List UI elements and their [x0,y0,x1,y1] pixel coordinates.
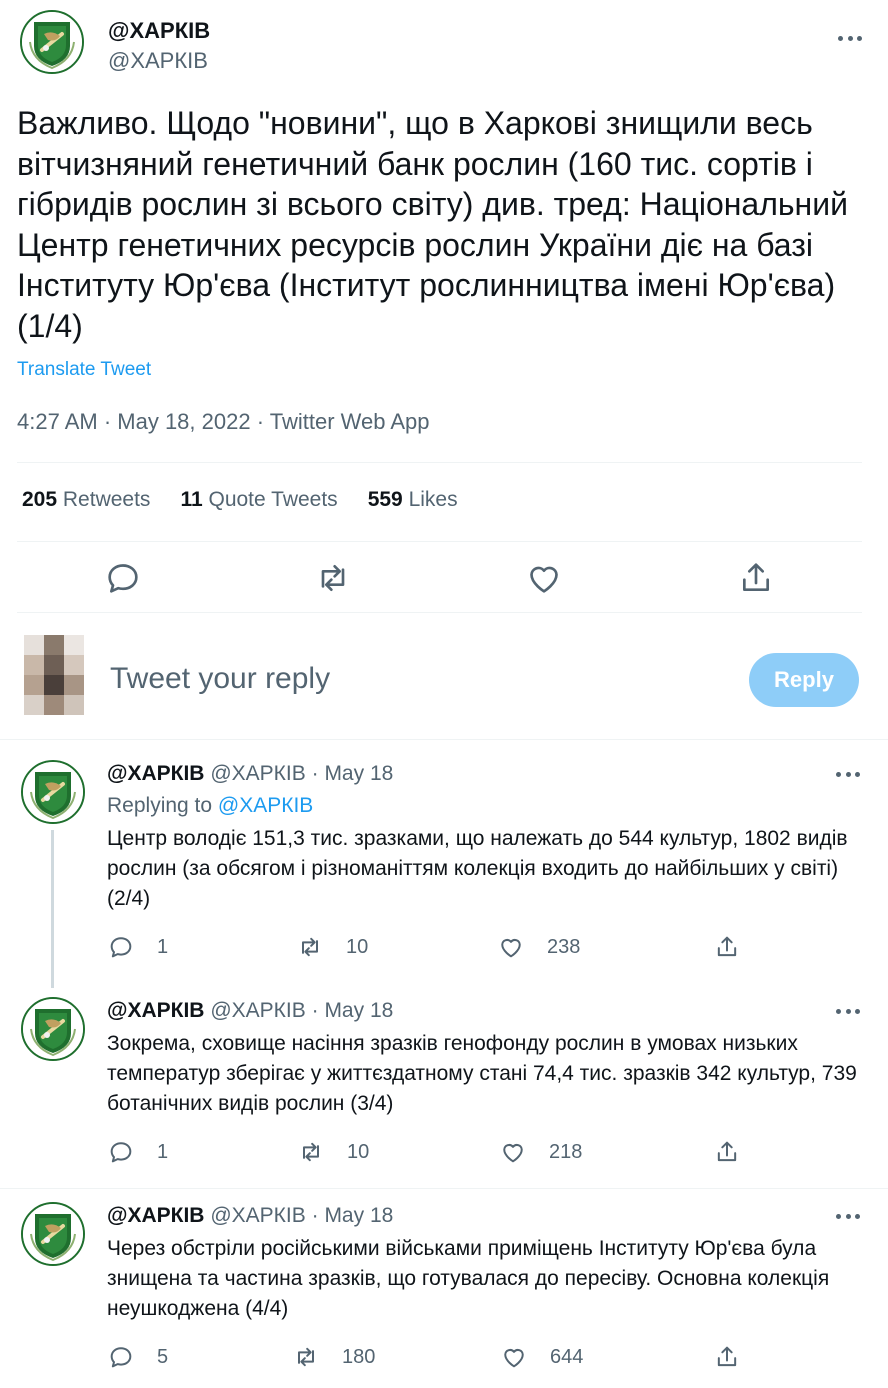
like-icon[interactable] [524,558,564,598]
like-icon [503,1144,523,1163]
reply-count: 1 [157,935,169,958]
tweet-timestamp[interactable]: 4:27 AM · May 18, 2022 · Twitter Web App [17,409,430,435]
reply-icon [110,937,132,958]
reply-action[interactable]: 1 [107,1137,168,1167]
like-action[interactable]: 218 [499,1137,582,1167]
handle[interactable]: @ХАРКІВ [210,1204,305,1227]
like-count: 218 [549,1140,583,1163]
divider [0,1188,888,1189]
main-tweet-header: @ХАРКІВ @ХАРКІВ [20,10,868,80]
tweet-text: Важливо. Щодо "новини", що в Харкові зни… [17,105,848,344]
separator: · [311,999,319,1022]
separator: · [311,1204,319,1227]
tweet-date[interactable]: May 18 [324,762,393,785]
retweet-action[interactable]: 10 [297,1137,369,1167]
tweet-header: @ХАРКІВ @ХАРКІВ · May 18 [107,997,393,1025]
share-action[interactable] [713,1342,741,1372]
more-options-icon[interactable] [835,28,865,48]
handle[interactable]: @ХАРКІВ [108,46,210,76]
share-icon [717,936,737,957]
retweet-action[interactable]: 180 [292,1342,375,1372]
share-icon [717,1346,737,1367]
retweets-stat[interactable]: 205 Retweets [22,488,150,512]
translate-tweet-link[interactable]: Translate Tweet [17,359,151,381]
reply-icon [110,1347,132,1368]
display-name[interactable]: @ХАРКІВ [107,762,204,785]
reply-count: 1 [157,1140,169,1163]
replying-to-link[interactable]: @ХАРКІВ [218,794,313,817]
tweet-actions: 1 10 218 [0,1137,888,1167]
avatar[interactable] [21,760,85,824]
tweet-text: Через обстріли російськими військами при… [107,1237,830,1320]
quotes-count: 11 [180,488,203,511]
retweets-label: Retweets [62,488,151,511]
more-options-icon[interactable] [833,764,863,784]
retweet-icon [302,937,318,957]
divider [17,462,862,463]
like-icon [504,1349,524,1368]
tweet-actions: 1 10 238 [0,932,888,962]
likes-count: 559 [367,488,403,511]
author-names: @ХАРКІВ @ХАРКІВ [108,16,210,76]
like-count: 644 [550,1345,584,1368]
quote-tweets-stat[interactable]: 11 Quote Tweets [180,488,337,512]
retweet-icon [303,1142,319,1162]
like-action[interactable]: 238 [497,932,580,962]
share-action[interactable] [713,1137,741,1167]
handle[interactable]: @ХАРКІВ [210,762,305,785]
reply-input[interactable]: Tweet your reply [110,662,330,696]
handle[interactable]: @ХАРКІВ [210,999,305,1022]
tweet-date[interactable]: May 18 [324,1204,393,1227]
avatar[interactable] [20,10,84,74]
like-icon [501,939,521,958]
tweet-stats: 205 Retweets 11 Quote Tweets 559 Likes [22,488,458,512]
avatar[interactable] [21,1202,85,1266]
display-name[interactable]: @ХАРКІВ [107,999,204,1022]
tweet-text: Зокрема, сховище насіння зразків генофон… [107,1032,857,1115]
share-icon [717,1141,737,1162]
display-name[interactable]: @ХАРКІВ [107,1204,204,1227]
like-action[interactable]: 644 [500,1342,583,1372]
more-options-icon[interactable] [833,1206,863,1226]
likes-label: Likes [408,488,458,511]
reply-icon [110,1142,132,1163]
tweet-text: Центр володіє 151,3 тис. зразками, що на… [107,827,848,910]
retweet-count: 180 [342,1345,376,1368]
tweet-header: @ХАРКІВ @ХАРКІВ · May 18 [107,1202,393,1230]
reply-count: 5 [157,1345,169,1368]
like-count: 238 [547,935,581,958]
thread-connector [51,830,54,988]
main-tweet-actions [0,558,888,598]
tweet-date[interactable]: May 18 [324,999,393,1022]
retweet-count: 10 [346,935,369,958]
retweet-action[interactable]: 10 [296,932,368,962]
retweet-count: 10 [347,1140,370,1163]
retweet-icon[interactable] [313,558,353,598]
divider [17,612,862,613]
divider [0,739,888,740]
reply-button[interactable]: Reply [749,653,859,707]
share-action[interactable] [713,932,741,962]
current-user-avatar[interactable] [24,635,84,715]
likes-stat[interactable]: 559 Likes [368,488,458,512]
replying-to: Replying to @ХАРКІВ [107,794,313,818]
reply-action[interactable]: 1 [107,932,168,962]
retweet-icon [298,1347,314,1367]
separator: · [311,762,319,785]
quotes-label: Quote Tweets [208,488,338,511]
share-icon[interactable] [736,558,776,598]
tweet-actions: 5 180 644 [0,1342,888,1372]
display-name[interactable]: @ХАРКІВ [108,16,210,46]
divider [17,541,862,542]
tweet-header: @ХАРКІВ @ХАРКІВ · May 18 [107,760,393,788]
replying-label: Replying to [107,794,213,817]
retweets-count: 205 [22,488,58,511]
avatar[interactable] [21,997,85,1061]
reply-icon[interactable] [103,558,143,598]
reply-action[interactable]: 5 [107,1342,168,1372]
more-options-icon[interactable] [833,1001,863,1021]
